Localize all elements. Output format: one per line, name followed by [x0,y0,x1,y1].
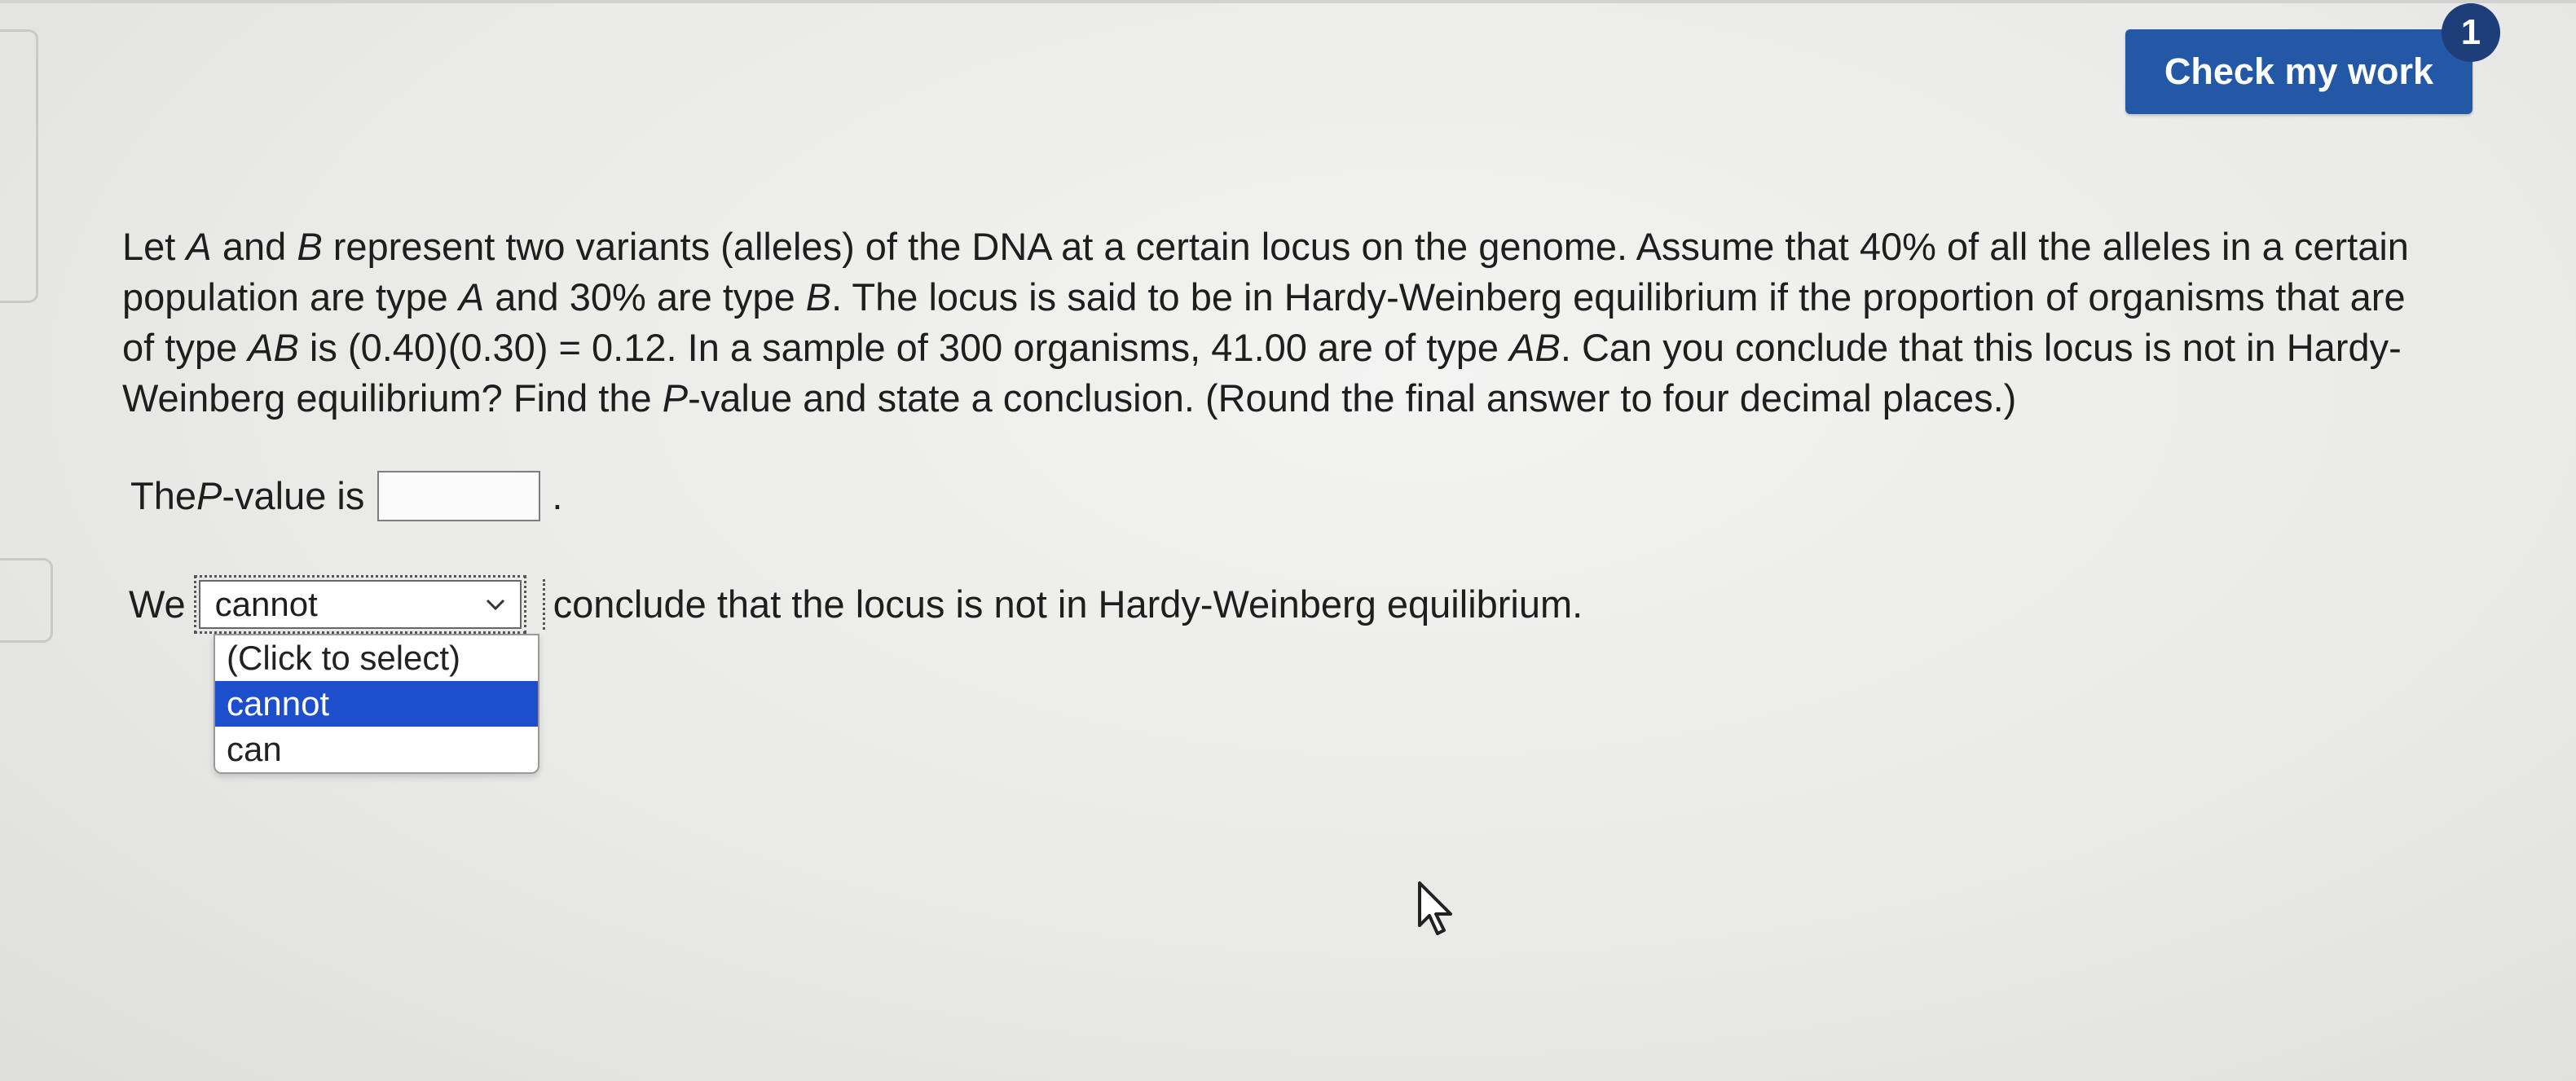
q-text: is (0.40)(0.30) = 0.12. In a sample of 3… [298,326,1510,369]
left-edge-panel [0,29,38,303]
conclusion-select-focus: cannot [193,575,526,634]
q-var: B [297,225,323,268]
pvalue-input[interactable] [377,471,541,521]
top-divider [0,0,2576,3]
conclusion-select[interactable]: cannot [198,580,522,629]
conclusion-selected-value: cannot [214,585,318,623]
conclusion-dropdown-list: (Click to select) cannot can [214,634,539,774]
notification-badge: 1 [2442,3,2500,62]
q-text: and [211,225,297,268]
dropdown-option-can[interactable]: can [215,727,538,772]
pvalue-line: The P -value is . [130,471,562,521]
pvalue-label-prefix: The [130,474,196,517]
conclusion-suffix: conclude that the locus is not in Hardy-… [542,579,1583,630]
q-var: P [662,376,689,420]
q-text: Let [122,225,187,268]
conclusion-prefix: We [129,582,186,626]
dropdown-option-cannot[interactable]: cannot [215,681,538,727]
check-my-work-button[interactable]: Check my work [2125,29,2473,114]
pvalue-label-suffix: -value is [222,474,365,517]
dropdown-option-click-to-select[interactable]: (Click to select) [215,635,538,681]
q-var: A [186,225,212,268]
mouse-cursor-icon [1418,881,1452,935]
q-var: A [458,275,485,319]
conclusion-line: We cannot conclude that the locus is not… [129,575,1583,634]
q-var: B [805,275,832,319]
left-edge-panel-small [0,558,53,643]
pvalue-label-var: P [196,474,222,517]
q-text: -value and state a conclusion. (Round th… [688,376,2017,420]
question-text: Let A and B represent two variants (alle… [122,222,2445,424]
chevron-down-icon [486,599,504,611]
q-var: AB [1509,326,1561,369]
q-var: AB [248,326,299,369]
q-text: and 30% are type [484,275,806,319]
pvalue-period: . [552,474,563,517]
